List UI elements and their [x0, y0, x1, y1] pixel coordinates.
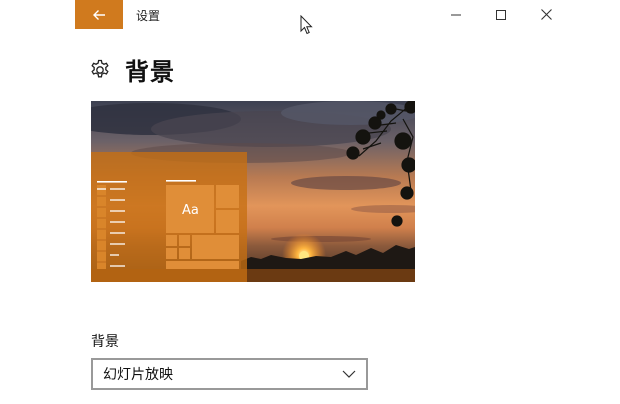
close-button[interactable] [523, 0, 569, 29]
settings-window: 设置 背景 Aa 背景 幻灯片放映 [0, 0, 620, 404]
maximize-icon [496, 9, 506, 20]
minimize-button[interactable] [433, 0, 479, 29]
back-arrow-icon [93, 9, 105, 20]
back-button[interactable] [75, 0, 123, 29]
chevron-down-icon [342, 370, 356, 378]
maximize-button[interactable] [478, 0, 524, 29]
page-header: 背景 [89, 52, 175, 87]
close-icon [540, 9, 552, 20]
mouse-cursor-icon [300, 15, 313, 35]
app-title: 设置 [136, 9, 161, 23]
tile-sample-text: Aa [182, 203, 199, 218]
page-title: 背景 [125, 58, 175, 86]
background-label: 背景 [91, 334, 119, 350]
gear-icon [91, 59, 109, 77]
background-preview: Aa [91, 101, 415, 282]
minimize-icon [451, 14, 461, 15]
sunset-wallpaper-image [91, 101, 415, 282]
dropdown-selected-value: 幻灯片放映 [103, 367, 173, 383]
background-type-dropdown[interactable]: 幻灯片放映 [91, 358, 368, 390]
start-menu-tiles [166, 185, 239, 269]
